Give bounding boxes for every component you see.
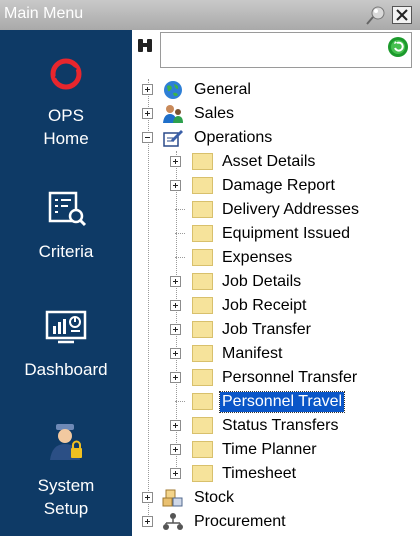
window-title: Main Menu [4, 5, 84, 22]
tree-node-label: Manifest [222, 345, 283, 362]
folder-icon [192, 441, 213, 458]
tree-connector-line [175, 257, 185, 258]
tree-node-job-receipt[interactable]: Job Receipt [170, 295, 412, 317]
nav-dashboard[interactable]: Dashboard [0, 308, 132, 381]
tree-node-job-details[interactable]: Job Details [170, 271, 412, 293]
folder-icon [192, 465, 213, 482]
tree-node-procurement[interactable]: Procurement [142, 511, 412, 533]
pin-icon[interactable] [364, 5, 388, 27]
tree-node-label: Time Planner [222, 441, 317, 458]
expand-toggle[interactable] [170, 156, 181, 167]
folder-icon [192, 153, 213, 170]
tree-node-sales[interactable]: Sales [142, 103, 412, 125]
globe-icon [162, 80, 184, 105]
nav-dashboard-label: Dashboard [24, 360, 108, 379]
expand-toggle[interactable] [170, 348, 181, 359]
tree-node-label: Job Receipt [222, 297, 307, 314]
tree-node-label: Personnel Transfer [222, 369, 358, 386]
expand-toggle[interactable] [170, 372, 181, 383]
folder-icon [192, 177, 213, 194]
folder-icon [192, 417, 213, 434]
tree-node-label: Operations [194, 129, 273, 146]
expand-toggle[interactable] [170, 420, 181, 431]
tree-pane: General Sales Operations Asset Details D… [132, 30, 420, 536]
tree-node-label: Sales [194, 105, 235, 122]
nav-ops-home[interactable]: OPS Home [0, 56, 132, 150]
ops-logo-icon [0, 56, 132, 98]
tree-node-equipment-issued[interactable]: Equipment Issued [170, 223, 412, 245]
expand-toggle[interactable] [142, 516, 153, 527]
expand-toggle[interactable] [170, 300, 181, 311]
tree-node-asset-details[interactable]: Asset Details [170, 151, 412, 173]
nav-system-setup-label: System Setup [37, 476, 95, 518]
tree-node-label: Stock [194, 489, 235, 506]
tree-node-general[interactable]: General [142, 79, 412, 101]
tree-node-label: Job Details [222, 273, 302, 290]
criteria-search-icon [0, 190, 132, 234]
tree-node-label: Procurement [194, 513, 286, 530]
expand-toggle[interactable] [170, 468, 181, 479]
nav-criteria[interactable]: Criteria [0, 190, 132, 263]
menu-tree: General Sales Operations Asset Details D… [132, 30, 420, 536]
tree-node-personnel-travel[interactable]: Personnel Travel [170, 391, 412, 413]
expand-toggle[interactable] [170, 324, 181, 335]
folder-icon [192, 273, 213, 290]
tree-node-timesheet[interactable]: Timesheet [170, 463, 412, 485]
title-bar: Main Menu [0, 0, 420, 31]
expand-toggle[interactable] [170, 444, 181, 455]
folder-icon [192, 393, 213, 410]
collapse-toggle[interactable] [142, 132, 153, 143]
tree-node-label: Equipment Issued [222, 225, 351, 242]
tree-node-manifest[interactable]: Manifest [170, 343, 412, 365]
tree-node-damage-report[interactable]: Damage Report [170, 175, 412, 197]
tree-connector-line [175, 401, 185, 402]
expand-toggle[interactable] [142, 84, 153, 95]
tree-node-operations[interactable]: Operations [142, 127, 412, 149]
folder-icon [192, 249, 213, 266]
left-nav: OPS Home Criteria Dashboard System Setup [0, 30, 132, 536]
tree-node-status-transfers[interactable]: Status Transfers [170, 415, 412, 437]
tree-connector-line [175, 209, 185, 210]
tree-node-label: Job Transfer [222, 321, 311, 338]
folder-icon [192, 345, 213, 362]
close-button[interactable] [392, 6, 412, 24]
dashboard-chart-icon [0, 308, 132, 352]
user-group-icon [162, 104, 184, 129]
edit-icon [162, 128, 184, 153]
tree-node-label: Asset Details [222, 153, 316, 170]
tree-node-time-planner[interactable]: Time Planner [170, 439, 412, 461]
tree-node-stock[interactable]: Stock [142, 487, 412, 509]
close-icon [396, 9, 408, 21]
tree-node-label: Damage Report [222, 177, 335, 194]
folder-icon [192, 321, 213, 338]
expand-toggle[interactable] [142, 492, 153, 503]
admin-user-icon [0, 422, 132, 468]
tree-node-label: General [194, 81, 251, 98]
boxes-icon [162, 488, 184, 513]
tree-node-label: Timesheet [222, 465, 297, 482]
tree-node-label: Status Transfers [222, 417, 339, 434]
tree-node-label: Delivery Addresses [222, 201, 359, 218]
tree-node-expenses[interactable]: Expenses [170, 247, 412, 269]
network-icon [162, 512, 184, 537]
expand-toggle[interactable] [170, 180, 181, 191]
folder-icon [192, 201, 213, 218]
tree-node-label: Expenses [222, 249, 293, 266]
expand-toggle[interactable] [170, 276, 181, 287]
nav-ops-home-label: OPS Home [43, 106, 89, 148]
tree-node-job-transfer[interactable]: Job Transfer [170, 319, 412, 341]
folder-icon [192, 297, 213, 314]
tree-connector-line [175, 233, 185, 234]
tree-node-personnel-transfer[interactable]: Personnel Transfer [170, 367, 412, 389]
tree-node-delivery-addresses[interactable]: Delivery Addresses [170, 199, 412, 221]
expand-toggle[interactable] [142, 108, 153, 119]
nav-system-setup[interactable]: System Setup [0, 422, 132, 520]
nav-criteria-label: Criteria [38, 242, 94, 261]
folder-icon [192, 369, 213, 386]
folder-icon [192, 225, 213, 242]
tree-node-label-selected: Personnel Travel [218, 391, 346, 413]
